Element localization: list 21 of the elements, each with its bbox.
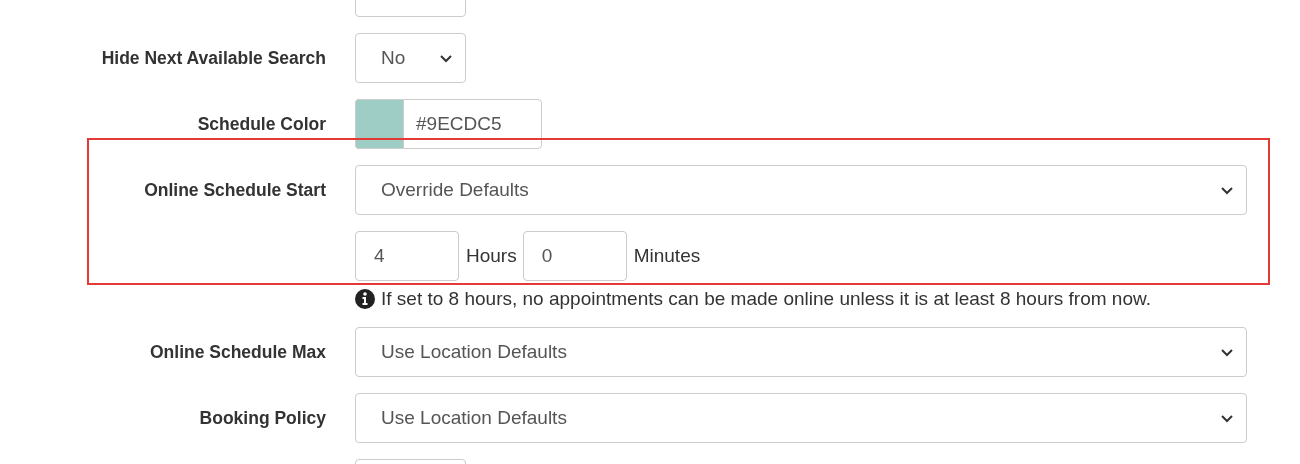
info-icon <box>355 289 375 309</box>
input-field[interactable]: 0 <box>522 231 627 281</box>
field-label: Online Schedule Max <box>149 341 326 363</box>
chevron-icon <box>439 53 453 63</box>
field-label: Schedule Color <box>197 113 326 135</box>
unit-label: Minutes <box>632 245 702 267</box>
select-field[interactable]: Use Location Defaults <box>355 327 1247 377</box>
help-text: If set to 8 hours, no appointments can be made online unless it is at least 8 hours from now. <box>381 288 1151 310</box>
field-label: Online Schedule Start <box>144 179 326 201</box>
color-swatch[interactable] <box>355 99 403 149</box>
select-field[interactable]: Override Defaults <box>355 165 1247 215</box>
input-field[interactable]: #9ECDC5 <box>403 99 542 149</box>
select-field[interactable]: Use Location Defaults <box>355 393 1247 443</box>
field-label: Booking Policy <box>199 407 326 429</box>
select-field[interactable]: No <box>355 33 466 83</box>
input-field[interactable]: 4 <box>355 231 459 281</box>
chevron-icon <box>1220 413 1234 423</box>
chevron-icon <box>1220 185 1234 195</box>
unit-label: Hours <box>465 245 518 267</box>
chevron-icon <box>1220 347 1234 357</box>
field-label: Hide Next Available Search <box>101 47 326 69</box>
